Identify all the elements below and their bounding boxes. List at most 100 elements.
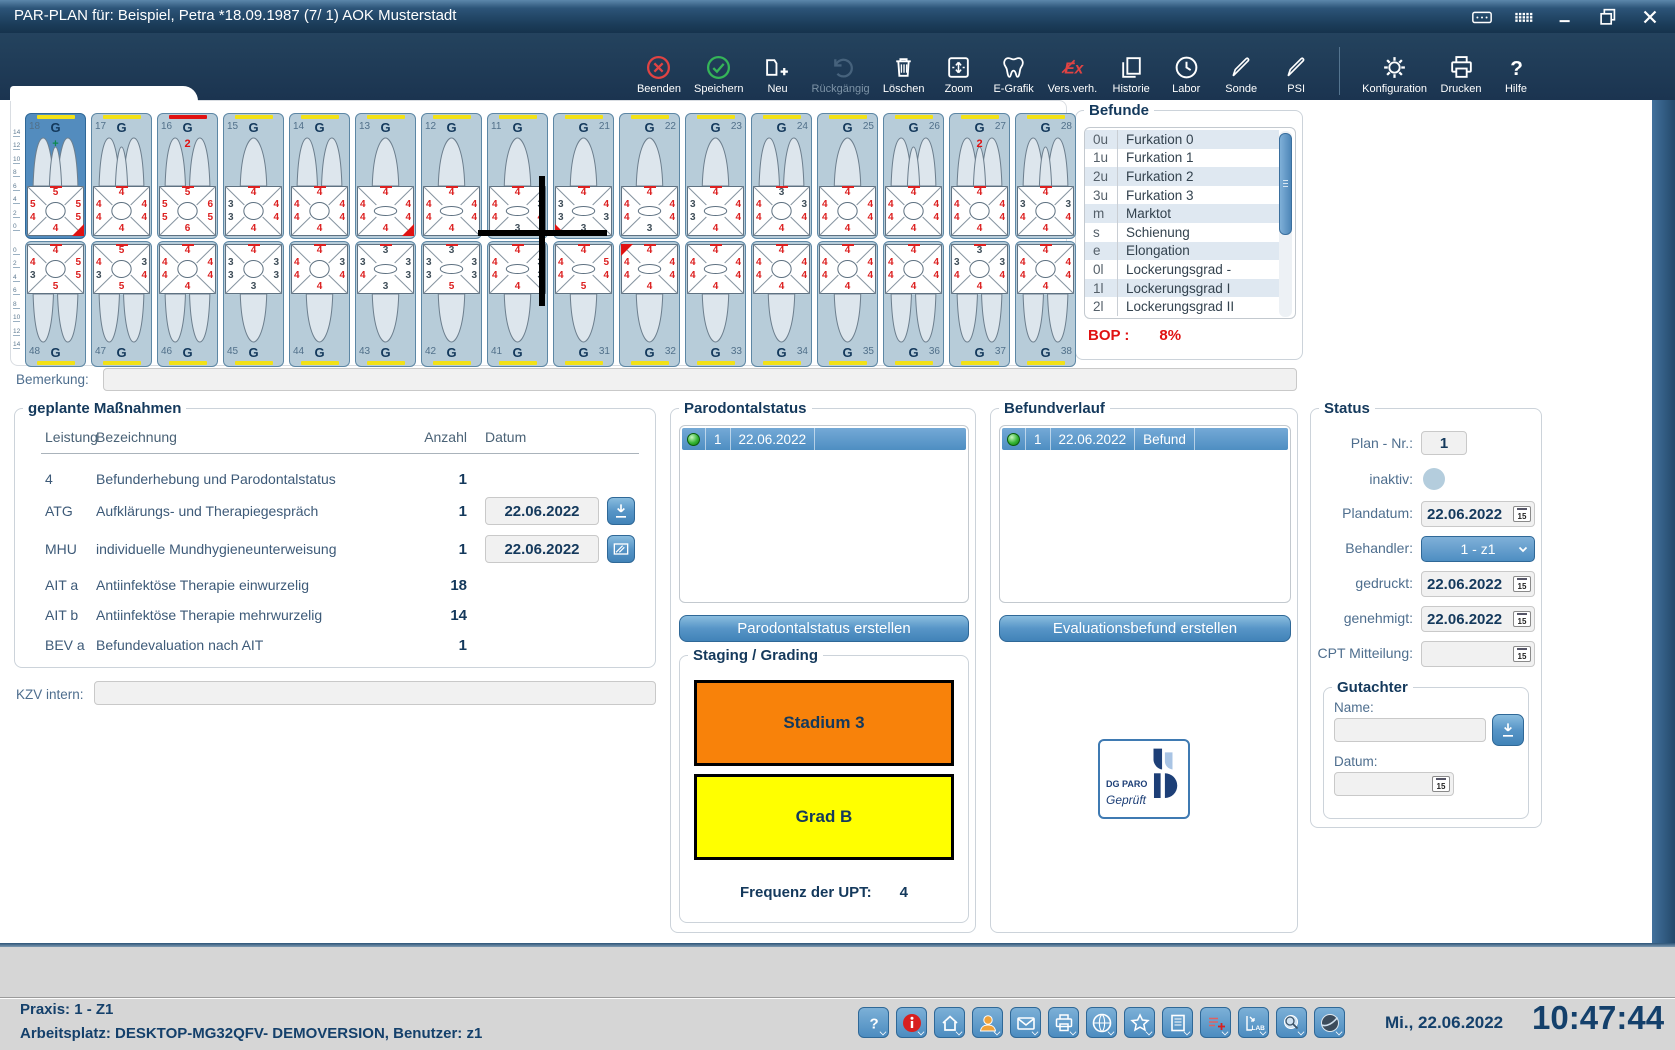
cpt-mitteilung-field[interactable]: 15 bbox=[1421, 641, 1535, 667]
parodontalstatus-list[interactable]: 1 22.06.2022 bbox=[679, 425, 969, 603]
toolbar-zoom-button[interactable]: Zoom bbox=[938, 54, 980, 95]
tooth-17[interactable]: 17G 44 44 44 bbox=[91, 113, 152, 239]
taskbar-list-add-button[interactable] bbox=[1200, 1007, 1231, 1038]
toolbar-drucken-button[interactable]: Drucken bbox=[1440, 54, 1482, 95]
tooth-27[interactable]: 27G2 44 44 44 bbox=[949, 113, 1010, 239]
toolbar-loeschen-button[interactable]: Löschen bbox=[883, 54, 925, 95]
tooth-44[interactable]: 44 44 34 44G bbox=[289, 241, 350, 367]
befunde-list[interactable]: 0u Furkation 0 1u Furkation 1 2u Furkati… bbox=[1084, 127, 1296, 319]
befund-list-item[interactable]: m Marktot bbox=[1085, 204, 1279, 223]
befundverlauf-list[interactable]: 1 22.06.2022 Befund bbox=[999, 425, 1291, 603]
apps-grid-icon[interactable] bbox=[1513, 6, 1535, 28]
toolbar-psi-button[interactable]: PSI bbox=[1275, 54, 1317, 95]
taskbar-printer-button[interactable] bbox=[1048, 1007, 1079, 1038]
befund-list-item[interactable]: 0u Furkation 0 bbox=[1085, 130, 1279, 149]
massnahme-download-button[interactable] bbox=[607, 497, 635, 525]
toolbar-labor-button[interactable]: Labor bbox=[1165, 54, 1207, 95]
tooth-32[interactable]: 44 44 44 32G bbox=[619, 241, 680, 367]
massnahme-row[interactable]: MHU individuelle Mundhygieneunterweisung… bbox=[15, 535, 655, 563]
tooth-14[interactable]: 14G 44 44 44 bbox=[289, 113, 350, 239]
befund-list-item[interactable]: 2l Lockerungsgrad II bbox=[1085, 297, 1279, 316]
chart-tab[interactable] bbox=[10, 86, 198, 101]
tooth-34[interactable]: 44 44 44 34G bbox=[751, 241, 812, 367]
parodontalstatus-erstellen-button[interactable]: Parodontalstatus erstellen bbox=[679, 615, 969, 642]
tooth-38[interactable]: 44 44 44 38G bbox=[1015, 241, 1076, 367]
toolbar-e-grafik-button[interactable]: E-Grafik bbox=[993, 54, 1035, 95]
tooth-48[interactable]: 45 43 55 48G bbox=[25, 241, 86, 367]
taskbar-globe-button[interactable] bbox=[1086, 1007, 1117, 1038]
taskbar-document-button[interactable] bbox=[1162, 1007, 1193, 1038]
plan-nr-field[interactable]: 1 bbox=[1421, 431, 1467, 455]
massnahme-date-field[interactable]: 22.06.2022 bbox=[485, 497, 599, 525]
toolbar-konfiguration-button[interactable]: Konfiguration bbox=[1362, 54, 1427, 95]
taskbar-help-button[interactable]: ? bbox=[858, 1007, 889, 1038]
gutachter-download-button[interactable] bbox=[1492, 714, 1524, 746]
tooth-42[interactable]: 35 33 33 42G bbox=[421, 241, 482, 367]
calendar-icon[interactable]: 15 bbox=[1432, 776, 1450, 792]
gutachter-name-input[interactable] bbox=[1334, 718, 1486, 742]
befunde-scrollbar[interactable] bbox=[1279, 131, 1292, 317]
toolbar-vers-verh-button[interactable]: Ex Vers.verh. bbox=[1048, 54, 1098, 95]
tooth-25[interactable]: 25G 44 44 44 bbox=[817, 113, 878, 239]
toolbar-hilfe-button[interactable]: ? Hilfe bbox=[1495, 54, 1537, 95]
inaktiv-indicator[interactable] bbox=[1423, 468, 1445, 490]
tooth-28[interactable]: 28G 44 34 34 bbox=[1015, 113, 1076, 239]
behandler-dropdown[interactable]: 1 - z1 bbox=[1421, 536, 1535, 562]
taskbar-mail-button[interactable] bbox=[1010, 1007, 1041, 1038]
tooth-16[interactable]: 16G2 56 55 65 bbox=[157, 113, 218, 239]
taskbar-web-button[interactable] bbox=[1314, 1007, 1345, 1038]
tooth-37[interactable]: 34 34 34 37G bbox=[949, 241, 1010, 367]
kzv-input[interactable] bbox=[94, 681, 656, 705]
toolbar-neu-button[interactable]: Neu bbox=[757, 54, 799, 95]
minimize-icon[interactable] bbox=[1555, 6, 1577, 28]
befundverlauf-entry[interactable]: 1 22.06.2022 Befund bbox=[1002, 428, 1288, 450]
tooth-36[interactable]: 44 44 44 36G bbox=[883, 241, 944, 367]
befund-list-item[interactable]: 1u Furkation 1 bbox=[1085, 149, 1279, 168]
parodontalstatus-entry[interactable]: 1 22.06.2022 bbox=[682, 428, 966, 450]
tooth-13[interactable]: 13G 44 44 44 bbox=[355, 113, 416, 239]
calendar-icon[interactable]: 15 bbox=[1513, 576, 1531, 592]
befund-list-item[interactable]: 1l Lockerungsgrad I bbox=[1085, 279, 1279, 298]
massnahme-row[interactable]: 4 Befunderhebung und Parodontalstatus 1 bbox=[15, 465, 655, 493]
massnahme-row[interactable]: AIT a Antiinfektöse Therapie einwurzelig… bbox=[15, 571, 655, 599]
toolbar-sonde-button[interactable]: Sonde bbox=[1220, 54, 1262, 95]
taskbar-user-button[interactable] bbox=[972, 1007, 1003, 1038]
toolbar-historie-button[interactable]: Historie bbox=[1110, 54, 1152, 95]
toolbar-speichern-button[interactable]: Speichern bbox=[694, 54, 744, 95]
massnahme-date-field[interactable]: 22.06.2022 bbox=[485, 535, 599, 563]
taskbar-star-button[interactable] bbox=[1124, 1007, 1155, 1038]
tooth-18[interactable]: 18G+ 54 54 55 bbox=[25, 113, 86, 239]
tooth-45[interactable]: 43 33 33 45G bbox=[223, 241, 284, 367]
close-icon[interactable] bbox=[1639, 6, 1661, 28]
plandatum-field[interactable]: 22.06.2022 15 bbox=[1421, 501, 1535, 527]
tooth-23[interactable]: 23G 44 33 44 bbox=[685, 113, 746, 239]
calendar-icon[interactable]: 15 bbox=[1513, 506, 1531, 522]
tooth-15[interactable]: 15G 44 33 44 bbox=[223, 113, 284, 239]
befund-list-item[interactable]: 2u Furkation 2 bbox=[1085, 167, 1279, 186]
taskbar-home-button[interactable] bbox=[934, 1007, 965, 1038]
tooth-35[interactable]: 44 44 44 35G bbox=[817, 241, 878, 367]
gutachter-datum-field[interactable]: 15 bbox=[1334, 772, 1454, 796]
massnahme-row[interactable]: BEV a Befundevaluation nach AIT 1 bbox=[15, 631, 655, 659]
tooth-46[interactable]: 44 44 44 46G bbox=[157, 241, 218, 367]
taskbar-lab-button[interactable]: LAB bbox=[1238, 1007, 1269, 1038]
tooth-33[interactable]: 44 44 44 33G bbox=[685, 241, 746, 367]
taskbar-search-button[interactable] bbox=[1276, 1007, 1307, 1038]
bemerkung-input[interactable] bbox=[103, 368, 1297, 391]
massnahme-row[interactable]: ATG Aufklärungs- und Therapiegespräch 1 … bbox=[15, 497, 655, 525]
tooth-12[interactable]: 12G 44 44 44 bbox=[421, 113, 482, 239]
tooth-43[interactable]: 33 34 33 43G bbox=[355, 241, 416, 367]
genehmigt-field[interactable]: 22.06.2022 15 bbox=[1421, 606, 1535, 632]
massnahme-row[interactable]: AIT b Antiinfektöse Therapie mehrwurzeli… bbox=[15, 601, 655, 629]
tooth-21[interactable]: 21G 43 33 43 bbox=[553, 113, 614, 239]
massnahme-sign-button[interactable] bbox=[607, 535, 635, 563]
tooth-26[interactable]: 26G 44 44 44 bbox=[883, 113, 944, 239]
befund-list-item[interactable]: s Schienung bbox=[1085, 223, 1279, 242]
gedruckt-field[interactable]: 22.06.2022 15 bbox=[1421, 571, 1535, 597]
keyboard-icon[interactable] bbox=[1471, 6, 1493, 28]
evaluationsbefund-erstellen-button[interactable]: Evaluationsbefund erstellen bbox=[999, 615, 1291, 642]
tooth-24[interactable]: 24G 34 44 34 bbox=[751, 113, 812, 239]
befund-list-item[interactable]: 0l Lockerungsgrad - bbox=[1085, 260, 1279, 279]
tooth-47[interactable]: 55 43 34 47G bbox=[91, 241, 152, 367]
tooth-22[interactable]: 22G 43 44 44 bbox=[619, 113, 680, 239]
